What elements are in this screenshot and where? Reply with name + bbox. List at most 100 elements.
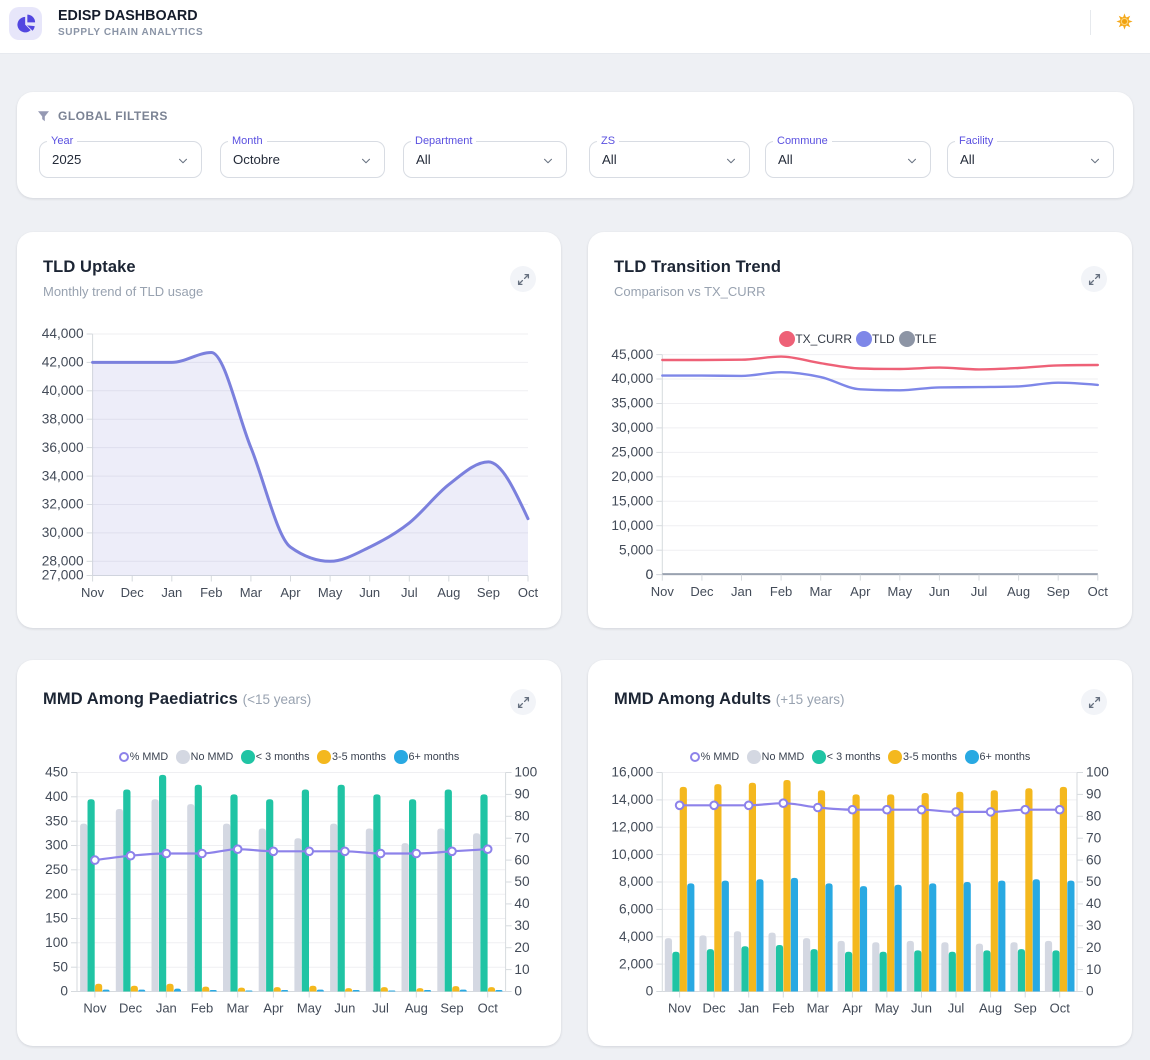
- svg-text:40,000: 40,000: [611, 371, 653, 386]
- svg-text:Oct: Oct: [1050, 1001, 1071, 1016]
- svg-text:Sep: Sep: [440, 1001, 463, 1016]
- svg-text:Sep: Sep: [1047, 584, 1070, 599]
- svg-text:8,000: 8,000: [619, 874, 654, 889]
- svg-text:10: 10: [1086, 962, 1102, 977]
- svg-text:32,000: 32,000: [42, 497, 84, 512]
- svg-text:2,000: 2,000: [619, 956, 654, 971]
- svg-text:Aug: Aug: [437, 585, 460, 600]
- svg-text:20: 20: [514, 940, 530, 955]
- svg-text:450: 450: [45, 765, 68, 780]
- svg-text:Mar: Mar: [240, 585, 263, 600]
- svg-text:25,000: 25,000: [611, 445, 653, 460]
- svg-text:34,000: 34,000: [42, 468, 84, 483]
- svg-text:50: 50: [53, 959, 69, 974]
- svg-text:Dec: Dec: [690, 584, 714, 599]
- svg-text:12,000: 12,000: [611, 819, 653, 834]
- svg-text:30: 30: [1086, 918, 1102, 933]
- svg-text:10: 10: [514, 962, 530, 977]
- svg-text:4,000: 4,000: [619, 929, 654, 944]
- svg-text:Nov: Nov: [668, 1001, 692, 1016]
- svg-text:150: 150: [45, 911, 68, 926]
- svg-text:Jun: Jun: [911, 1001, 932, 1016]
- svg-text:44,000: 44,000: [42, 326, 84, 341]
- svg-text:Jan: Jan: [161, 585, 182, 600]
- svg-text:30,000: 30,000: [611, 420, 653, 435]
- svg-text:40,000: 40,000: [42, 383, 84, 398]
- svg-text:0: 0: [1086, 984, 1094, 999]
- svg-text:70: 70: [514, 830, 530, 845]
- svg-text:100: 100: [1086, 765, 1109, 780]
- svg-text:Jul: Jul: [372, 1001, 389, 1016]
- svg-text:Jul: Jul: [401, 585, 418, 600]
- svg-text:Aug: Aug: [405, 1001, 428, 1016]
- svg-text:May: May: [888, 584, 913, 599]
- svg-text:20: 20: [1086, 940, 1102, 955]
- svg-text:50: 50: [1086, 874, 1102, 889]
- svg-text:May: May: [875, 1001, 900, 1016]
- svg-text:45,000: 45,000: [611, 347, 653, 362]
- svg-text:Oct: Oct: [478, 1001, 499, 1016]
- svg-text:Oct: Oct: [518, 585, 539, 600]
- svg-text:10,000: 10,000: [611, 847, 653, 862]
- svg-text:15,000: 15,000: [611, 494, 653, 509]
- svg-text:30: 30: [514, 918, 530, 933]
- svg-text:350: 350: [45, 813, 68, 828]
- svg-text:40: 40: [514, 896, 530, 911]
- svg-text:Dec: Dec: [121, 585, 145, 600]
- svg-text:36,000: 36,000: [42, 440, 84, 455]
- svg-text:Mar: Mar: [807, 1001, 830, 1016]
- svg-text:Jan: Jan: [738, 1001, 759, 1016]
- svg-text:Jun: Jun: [929, 584, 950, 599]
- svg-text:Dec: Dec: [119, 1001, 143, 1016]
- svg-text:30,000: 30,000: [42, 525, 84, 540]
- svg-text:20,000: 20,000: [611, 469, 653, 484]
- svg-text:60: 60: [514, 852, 530, 867]
- svg-text:250: 250: [45, 862, 68, 877]
- svg-text:Feb: Feb: [772, 1001, 794, 1016]
- svg-text:Jul: Jul: [948, 1001, 965, 1016]
- svg-text:90: 90: [1086, 787, 1102, 802]
- svg-text:Apr: Apr: [850, 584, 871, 599]
- svg-text:Apr: Apr: [263, 1001, 284, 1016]
- svg-text:10,000: 10,000: [611, 518, 653, 533]
- svg-text:Nov: Nov: [83, 1001, 107, 1016]
- svg-text:0: 0: [646, 567, 654, 582]
- svg-text:6,000: 6,000: [619, 902, 654, 917]
- svg-text:Jun: Jun: [334, 1001, 355, 1016]
- svg-text:0: 0: [514, 984, 522, 999]
- svg-text:16,000: 16,000: [611, 765, 653, 780]
- svg-text:Feb: Feb: [200, 585, 222, 600]
- svg-text:Nov: Nov: [651, 584, 675, 599]
- svg-text:Sep: Sep: [1014, 1001, 1037, 1016]
- svg-text:Aug: Aug: [1007, 584, 1030, 599]
- svg-text:38,000: 38,000: [42, 411, 84, 426]
- svg-text:40: 40: [1086, 896, 1102, 911]
- svg-text:Feb: Feb: [770, 584, 792, 599]
- svg-text:Oct: Oct: [1088, 584, 1109, 599]
- svg-text:80: 80: [1086, 809, 1102, 824]
- svg-text:Nov: Nov: [81, 585, 105, 600]
- svg-text:90: 90: [514, 787, 530, 802]
- svg-text:35,000: 35,000: [611, 396, 653, 411]
- svg-text:50: 50: [514, 874, 530, 889]
- svg-text:Apr: Apr: [842, 1001, 863, 1016]
- svg-text:42,000: 42,000: [42, 355, 84, 370]
- svg-text:May: May: [318, 585, 343, 600]
- svg-text:300: 300: [45, 838, 68, 853]
- svg-text:Jan: Jan: [156, 1001, 177, 1016]
- svg-text:80: 80: [514, 809, 530, 824]
- svg-text:60: 60: [1086, 852, 1102, 867]
- svg-text:0: 0: [60, 984, 68, 999]
- svg-text:Mar: Mar: [810, 584, 833, 599]
- svg-text:0: 0: [646, 984, 654, 999]
- svg-text:5,000: 5,000: [619, 542, 654, 557]
- svg-text:Jan: Jan: [731, 584, 752, 599]
- svg-text:Sep: Sep: [477, 585, 500, 600]
- svg-text:Jul: Jul: [971, 584, 988, 599]
- svg-text:Dec: Dec: [703, 1001, 727, 1016]
- svg-text:Jun: Jun: [359, 585, 380, 600]
- svg-text:Feb: Feb: [191, 1001, 213, 1016]
- svg-text:100: 100: [514, 765, 537, 780]
- svg-text:14,000: 14,000: [611, 792, 653, 807]
- svg-text:Apr: Apr: [280, 585, 301, 600]
